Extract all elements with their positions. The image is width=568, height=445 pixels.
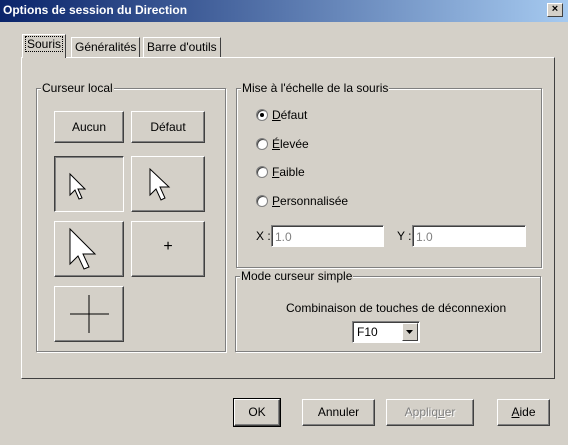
cursor-none-button[interactable]: Aucun [54,111,124,143]
tab-barre-outils[interactable]: Barre d'outils [143,37,221,57]
apply-button[interactable]: Appliquer [386,399,474,426]
mouse-scaling-group: Mise à l'échelle de la souris [236,81,542,268]
cursor-arrow-small-button[interactable] [54,156,124,212]
close-button[interactable]: × [547,3,563,17]
crosshair-large-icon [70,295,109,333]
window-title: Options de session du Direction [3,3,188,17]
apply-label: Appliquer [404,405,456,419]
cursor-crosshair-large-button[interactable] [54,286,124,342]
tab-generalites-label: Généralités [75,40,137,54]
help-label: Aide [511,405,536,419]
cursor-default-button[interactable]: Défaut [131,111,205,143]
cursor-default-label: Défaut [150,120,186,134]
arrow-cursor-small-icon [69,172,87,200]
cursor-none-label: Aucun [71,120,107,134]
cancel-button[interactable]: Annuler [302,399,375,426]
ok-label: OK [248,405,266,419]
tab-souris[interactable]: Souris [22,34,67,58]
tab-generalites[interactable]: Généralités [71,37,141,57]
cancel-label: Annuler [317,405,360,419]
tab-barre-outils-label: Barre d'outils [147,40,217,54]
ok-button[interactable]: OK [233,398,281,427]
arrow-cursor-medium-icon [149,167,171,201]
cursor-crosshair-small-button[interactable]: + [131,221,205,277]
tab-panel-souris: Curseur local Aucun Défaut + Mise à l'éc… [21,57,555,379]
mouse-scaling-title: Mise à l'échelle de la souris [241,81,390,95]
cursor-arrow-medium-button[interactable] [131,156,205,212]
help-button[interactable]: Aide [497,399,550,426]
options-dialog: Options de session du Direction × Souris… [0,0,568,445]
cursor-arrow-large-button[interactable] [54,221,124,277]
local-cursor-title: Curseur local [41,81,114,95]
tab-souris-label: Souris [24,36,64,52]
arrow-cursor-large-icon [69,227,97,270]
crosshair-small-icon: + [163,238,173,255]
close-icon: × [551,3,559,15]
title-bar[interactable]: Options de session du Direction × [0,0,568,22]
